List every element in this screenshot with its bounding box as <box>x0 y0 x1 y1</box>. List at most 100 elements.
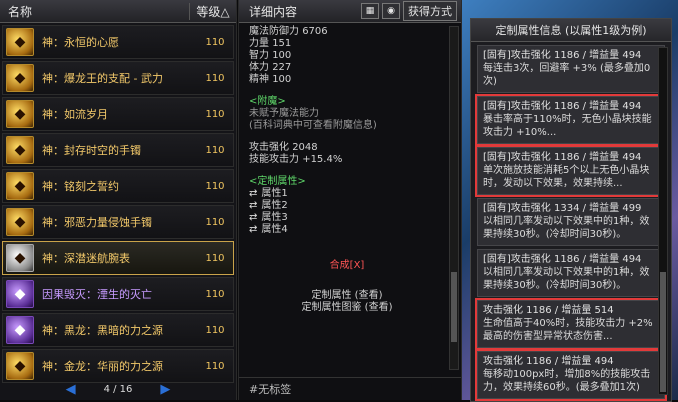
custom-attr-entry[interactable]: 攻击强化 1186 / 增益量 494 每移动100px时，增加8%的技能攻击力，… <box>475 349 667 401</box>
entry-effect-line: 生命值高于40%时，技能攻击力 +2% 最高的伤害型异常状态伤害... <box>483 318 653 342</box>
custom-attr-entry[interactable]: [固有]攻击强化 1186 / 增益量 494 每连击3次，回避率 +3% (最多… <box>477 45 665 93</box>
stat-value: 151 <box>272 38 292 49</box>
item-name: 神：铭刻之誓约 <box>42 180 119 193</box>
enchant-hint: (百科词典中可查看附魔信息) <box>249 120 377 131</box>
item-name: 神：爆龙王的支配 - 武力 <box>42 72 163 85</box>
equip-toggle-icon[interactable]: ▦ <box>361 3 379 19</box>
stats-list: 魔法防御力 6706 力量 151 智力 100 体力 227 精神 100 <box>249 26 445 86</box>
stat-line: 力量 151 <box>249 38 445 50</box>
item-name: 神：如流岁月 <box>42 108 108 121</box>
list-item[interactable]: ◆ 因果毁灭：湮生的灭亡 110 <box>2 277 234 311</box>
list-item[interactable]: ◆ 神：爆龙王的支配 - 武力 110 <box>2 61 234 95</box>
list-item[interactable]: ◆ 神：深潜迷航腕表 110 <box>2 241 234 275</box>
custom-attr-entry[interactable]: [固有]攻击强化 1334 / 增益量 499 以相同几率发动以下效果中的1种，效… <box>477 198 665 246</box>
entry-effect-line: 每移动100px时，增加8%的技能攻击力，效果持续60秒。(最多叠加1次) <box>483 369 651 393</box>
bracelet-icon: ◆ <box>6 208 34 236</box>
detail-scrollbar[interactable] <box>449 26 459 370</box>
custom-attr-label: 属性1 <box>261 188 288 199</box>
stat-line: 精神 100 <box>249 74 445 86</box>
list-item[interactable]: ◆ 神：铭刻之誓约 110 <box>2 169 234 203</box>
tag-bar: #无标签 <box>239 377 461 400</box>
stat-value: 6706 <box>302 26 328 37</box>
custom-attr-entry[interactable]: [固有]攻击强化 1186 / 增益量 494 单次施放技能消耗5个以上无色小晶块… <box>475 145 667 197</box>
entry-effect-line: 以相同几率发动以下效果中的1种，效果持续30秒。(冷却时间30秒)。 <box>483 267 650 291</box>
entry-stat-line: [固有]攻击强化 1186 / 增益量 494 <box>483 152 642 163</box>
custom-attr-entry[interactable]: 攻击强化 1186 / 增益量 514 生命值高于40%时，技能攻击力 +2% 最… <box>475 298 667 350</box>
item-level: 110 <box>205 360 225 372</box>
item-level: 110 <box>205 36 225 48</box>
list-item[interactable]: ◆ 神：邪恶力量侵蚀手镯 110 <box>2 205 234 239</box>
item-name: 神：黑龙：黑暗的力之源 <box>42 324 163 337</box>
custom-attr-label: 属性4 <box>261 224 288 235</box>
next-page-icon[interactable]: ▶ <box>160 382 170 397</box>
watch-icon: ◆ <box>6 244 34 272</box>
entry-stat-line: [固有]攻击强化 1186 / 增益量 494 <box>483 50 642 61</box>
item-name: 神：金龙：华丽的力之源 <box>42 360 163 373</box>
enchant-none: 未赋予魔法能力 <box>249 108 319 119</box>
stat-label: 精神 <box>249 74 269 85</box>
skill-label: 技能攻击力 <box>249 154 299 165</box>
list-item[interactable]: ◆ 神：永恒的心愿 110 <box>2 25 234 59</box>
custom-attr-entry[interactable]: [固有]攻击强化 1186 / 增益量 494 以相同几率发动以下效果中的1种，效… <box>477 249 665 297</box>
item-name: 神：深潜迷航腕表 <box>42 252 130 265</box>
enchant-title: <附魔> <box>249 96 286 107</box>
entry-effect-line: 暴击率高于110%时，无色小晶块技能攻击力 +10%... <box>483 114 652 138</box>
prev-page-icon[interactable]: ◀ <box>66 382 76 397</box>
item-list-panel: 名称 等级△ ◆ 神：永恒的心愿 110 ◆ 神：爆龙王的支配 - 武力 110 ◆ 神：如流… <box>0 0 237 400</box>
stat-value: 100 <box>272 74 292 85</box>
skill-line: 技能攻击力 +15.4% <box>249 154 445 166</box>
shuffle-icon: ⇄ <box>249 188 258 199</box>
item-name: 神：邪恶力量侵蚀手镯 <box>42 216 152 229</box>
no-tag-label: #无标签 <box>249 383 292 396</box>
item-level: 110 <box>205 216 225 228</box>
column-level-header[interactable]: 等级△ <box>189 2 236 20</box>
compose-label[interactable]: 合成[X] <box>249 260 445 272</box>
custom-illus-link[interactable]: 定制属性图鉴 (查看) <box>249 302 445 314</box>
column-name-header[interactable]: 名称 <box>0 3 189 20</box>
stat-label: 力量 <box>249 38 269 49</box>
list-item[interactable]: ◆ 神：封存时空的手镯 110 <box>2 133 234 167</box>
stat-label: 魔法防御力 <box>249 26 299 37</box>
scroll-icon: ◆ <box>6 172 34 200</box>
item-level: 110 <box>205 288 225 300</box>
custom-info-title: 定制属性信息 (以属性1级为例) <box>471 19 671 42</box>
stat-line: 体力 227 <box>249 62 445 74</box>
list-item[interactable]: ◆ 神：黑龙：黑暗的力之源 110 <box>2 313 234 347</box>
custom-attr-item[interactable]: ⇄ 属性1 <box>249 188 445 200</box>
item-name: 因果毁灭：湮生的灭亡 <box>42 288 152 301</box>
dragon-icon: ◆ <box>6 352 34 380</box>
detail-header: 详细内容 ▦ ◉ 获得方式 <box>239 0 461 23</box>
custom-attr-link[interactable]: 定制属性 (查看) <box>249 290 445 302</box>
item-name: 神：永恒的心愿 <box>42 36 119 49</box>
custom-attr-item[interactable]: ⇄ 属性3 <box>249 212 445 224</box>
attack-value: 2048 <box>292 142 318 153</box>
custom-attr-label: 属性3 <box>261 212 288 223</box>
pager: ◀ 4 / 16 ▶ <box>0 378 236 400</box>
list-item[interactable]: ◆ 神：如流岁月 110 <box>2 97 234 131</box>
stat-line: 魔法防御力 6706 <box>249 26 445 38</box>
dragon-icon: ◆ <box>6 316 34 344</box>
entry-stat-line: 攻击强化 1186 / 增益量 514 <box>483 305 614 316</box>
eye-icon[interactable]: ◉ <box>382 3 400 19</box>
custom-attr-item[interactable]: ⇄ 属性4 <box>249 224 445 236</box>
detail-content: 魔法防御力 6706 力量 151 智力 100 体力 227 精神 100 <附魔> … <box>249 26 445 314</box>
item-level: 110 <box>205 108 225 120</box>
custom-info-scroll-thumb[interactable] <box>660 272 666 392</box>
custom-info-scrollbar[interactable] <box>658 47 668 395</box>
entry-stat-line: [固有]攻击强化 1334 / 增益量 499 <box>483 203 642 214</box>
list-header: 名称 等级△ <box>0 0 236 23</box>
custom-info-list: [固有]攻击强化 1186 / 增益量 494 每连击3次，回避率 +3% (最多… <box>471 45 671 401</box>
custom-attr-entry[interactable]: [固有]攻击强化 1186 / 增益量 494 暴击率高于110%时，无色小晶块技… <box>475 94 667 146</box>
custom-info-panel: 定制属性信息 (以属性1级为例) [固有]攻击强化 1186 / 增益量 494… <box>470 18 672 402</box>
custom-attr-label: 属性2 <box>261 200 288 211</box>
stat-label: 体力 <box>249 62 269 73</box>
skill-value: +15.4% <box>302 154 343 165</box>
obtain-method-button[interactable]: 获得方式 <box>403 1 457 21</box>
item-level: 110 <box>205 72 225 84</box>
custom-attr-item[interactable]: ⇄ 属性2 <box>249 200 445 212</box>
item-level: 110 <box>205 252 225 264</box>
entry-effect-line: 单次施放技能消耗5个以上无色小晶块时，发动以下效果，效果持续... <box>483 165 650 189</box>
custom-attr-title: <定制属性> <box>249 176 306 187</box>
entry-effect-line: 以相同几率发动以下效果中的1种，效果持续30秒。(冷却时间30秒)。 <box>483 216 650 240</box>
detail-scroll-thumb[interactable] <box>451 272 457 342</box>
